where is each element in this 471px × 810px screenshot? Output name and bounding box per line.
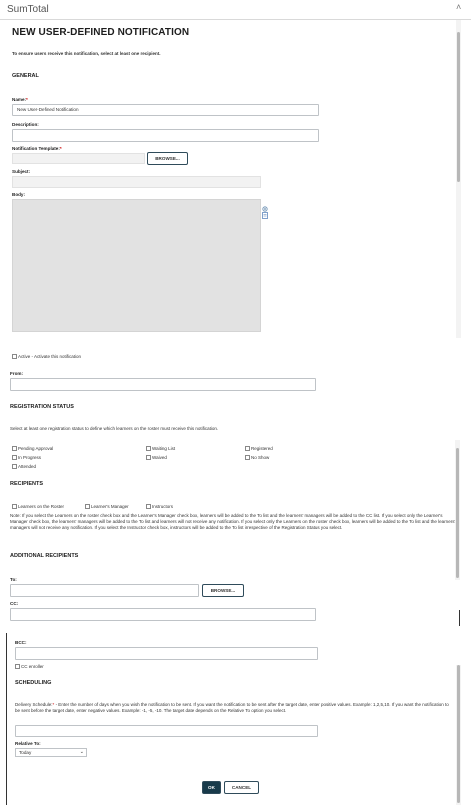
scrollbar-top[interactable] <box>456 20 461 338</box>
relative-select[interactable]: Today ⌄ <box>15 748 87 757</box>
additional-heading: ADDITIONAL RECIPIENTS <box>10 553 79 559</box>
status-waived[interactable]: Waived <box>146 455 167 461</box>
active-checkbox-row[interactable]: Active - Activate this notification <box>12 354 82 360</box>
relative-select-value: Today <box>19 750 32 755</box>
delivery-help-text: - Enter the number of days when you wish… <box>15 702 449 714</box>
scrollbar-thumb[interactable] <box>456 448 459 578</box>
status-label: Registered <box>251 446 273 451</box>
status-attended[interactable]: Attended <box>12 464 37 470</box>
template-field <box>12 153 145 164</box>
to-browse-button[interactable]: BROWSE... <box>202 584 244 597</box>
to-input[interactable] <box>10 584 199 597</box>
cc-enroller-checkbox[interactable] <box>15 664 20 670</box>
registration-heading: REGISTRATION STATUS <box>10 404 74 410</box>
chevron-down-icon: ⌄ <box>79 749 84 755</box>
intro-text: To ensure users receive this notificatio… <box>12 51 161 56</box>
panel-edge <box>459 610 460 626</box>
description-label: Description: <box>12 122 39 127</box>
cc-enroller-row[interactable]: CC enroller <box>15 664 44 670</box>
from-label: From: <box>10 371 24 376</box>
template-browse-button[interactable]: BROWSE... <box>147 152 188 165</box>
checkbox[interactable] <box>146 446 151 452</box>
recipients-note: Note: If you select the Learners on the … <box>10 513 456 531</box>
subject-field <box>12 176 261 188</box>
recipient-instructors[interactable]: Instructors <box>146 504 174 510</box>
bcc-input[interactable] <box>15 647 318 660</box>
insert-field-icon[interactable] <box>262 199 268 212</box>
active-checkbox[interactable] <box>12 354 17 360</box>
recipient-label: Learners on the Roster <box>18 504 65 509</box>
status-registered[interactable]: Registered <box>245 446 273 452</box>
cc-label: CC: <box>10 601 19 606</box>
recipient-learners[interactable]: Learners on the Roster <box>12 504 65 510</box>
recipients-heading: RECIPIENTS <box>10 481 44 487</box>
general-heading: GENERAL <box>12 73 39 79</box>
checkbox[interactable] <box>146 455 151 461</box>
ok-button[interactable]: OK <box>202 781 221 794</box>
recipient-manager[interactable]: Learner's Manager <box>85 504 129 510</box>
status-label: Pending Approval <box>18 446 54 451</box>
status-pending-approval[interactable]: Pending Approval <box>12 446 54 452</box>
status-no-show[interactable]: No Show <box>245 455 270 461</box>
required-mark: * <box>52 702 55 707</box>
recipient-label: Instructors <box>152 504 174 509</box>
status-in-progress[interactable]: In Progress <box>12 455 42 461</box>
scrollbar-middle[interactable] <box>455 440 460 580</box>
body-label: Body: <box>12 192 26 197</box>
delivery-help: Delivery Schedule:* - Enter the number o… <box>15 702 455 714</box>
scrollbar-thumb[interactable] <box>457 665 460 803</box>
checkbox[interactable] <box>12 464 17 470</box>
to-label: To: <box>10 577 17 582</box>
delivery-label: Delivery Schedule: <box>15 702 53 707</box>
checkbox[interactable] <box>146 504 151 510</box>
name-label-text: Name: <box>12 97 27 102</box>
subject-label: Subject: <box>12 169 31 174</box>
document-icon[interactable] <box>262 206 268 219</box>
cc-enroller-label: CC enroller <box>21 664 44 669</box>
cc-input[interactable] <box>10 608 316 621</box>
delivery-input[interactable] <box>15 725 318 737</box>
page-title: NEW USER-DEFINED NOTIFICATION <box>12 27 190 38</box>
checkbox[interactable] <box>245 446 250 452</box>
registration-help: Select at least one registration status … <box>10 426 219 431</box>
checkbox[interactable] <box>12 504 17 510</box>
required-mark: * <box>26 97 28 102</box>
app-header <box>0 0 471 20</box>
collapse-icon[interactable]: ˄ <box>456 2 461 12</box>
status-label: Waiting List <box>152 446 176 451</box>
description-input[interactable] <box>12 129 319 142</box>
template-label-text: Notification Template: <box>12 146 60 151</box>
status-label: Waived <box>152 455 167 460</box>
scrollbar-thumb[interactable] <box>457 32 460 182</box>
required-mark: * <box>59 146 62 151</box>
app-title: SumTotal <box>7 4 49 15</box>
relative-label: Relative To: <box>15 741 41 746</box>
checkbox[interactable] <box>245 455 250 461</box>
scheduling-heading: SCHEDULING <box>15 680 52 686</box>
status-waiting-list[interactable]: Waiting List <box>146 446 176 452</box>
status-label: Attended <box>18 464 37 469</box>
checkbox[interactable] <box>12 455 17 461</box>
bcc-label: BCC: <box>15 640 27 645</box>
name-label: Name:* <box>12 97 28 102</box>
active-label: Active - Activate this notification <box>18 354 82 359</box>
recipient-label: Learner's Manager <box>91 504 129 509</box>
cancel-button[interactable]: CANCEL <box>224 781 259 794</box>
status-label: In Progress <box>18 455 42 460</box>
checkbox[interactable] <box>12 446 17 452</box>
status-label: No Show <box>251 455 270 460</box>
template-label: Notification Template:* <box>12 146 62 151</box>
name-input-value: New User-Defined Notification <box>17 107 79 112</box>
scrollbar-bottom[interactable] <box>456 665 461 805</box>
name-input[interactable]: New User-Defined Notification <box>12 104 319 116</box>
body-editor[interactable] <box>12 199 261 332</box>
checkbox[interactable] <box>85 504 90 510</box>
from-input[interactable] <box>10 378 316 391</box>
panel-edge <box>6 633 7 805</box>
